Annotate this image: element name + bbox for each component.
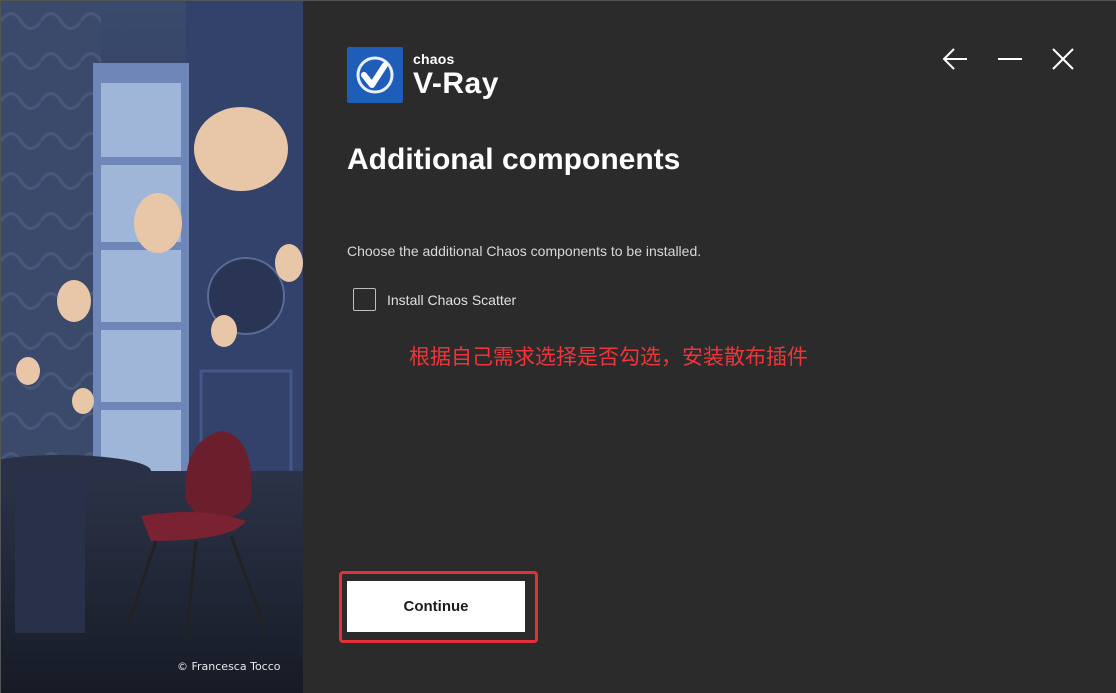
brand-chaos: chaos xyxy=(413,51,455,67)
installer-window: © Francesca Tocco chaos V-Ray Additional… xyxy=(0,0,1116,693)
close-icon xyxy=(1052,48,1074,70)
page-subtitle: Choose the additional Chaos components t… xyxy=(347,243,702,259)
artwork-credit: © Francesca Tocco xyxy=(177,660,281,673)
brand-vray: V-Ray xyxy=(413,67,499,100)
content-panel: chaos V-Ray Additional components Choose… xyxy=(303,1,1116,693)
scatter-checkbox[interactable] xyxy=(353,288,376,311)
continue-button[interactable]: Continue xyxy=(347,581,525,632)
vray-logo-icon xyxy=(347,47,403,103)
interior-illustration xyxy=(1,1,303,693)
artwork-panel: © Francesca Tocco xyxy=(1,1,303,693)
scatter-option[interactable]: Install Chaos Scatter xyxy=(353,288,516,311)
minimize-icon xyxy=(998,58,1022,60)
annotation-note: 根据自己需求选择是否勾选，安装散布插件 xyxy=(409,345,808,369)
close-button[interactable] xyxy=(1049,45,1077,73)
scatter-checkbox-label: Install Chaos Scatter xyxy=(387,291,517,308)
minimize-button[interactable] xyxy=(996,45,1024,73)
arrow-left-icon xyxy=(942,48,967,70)
page-title: Additional components xyxy=(347,143,681,176)
back-button[interactable] xyxy=(941,45,969,73)
